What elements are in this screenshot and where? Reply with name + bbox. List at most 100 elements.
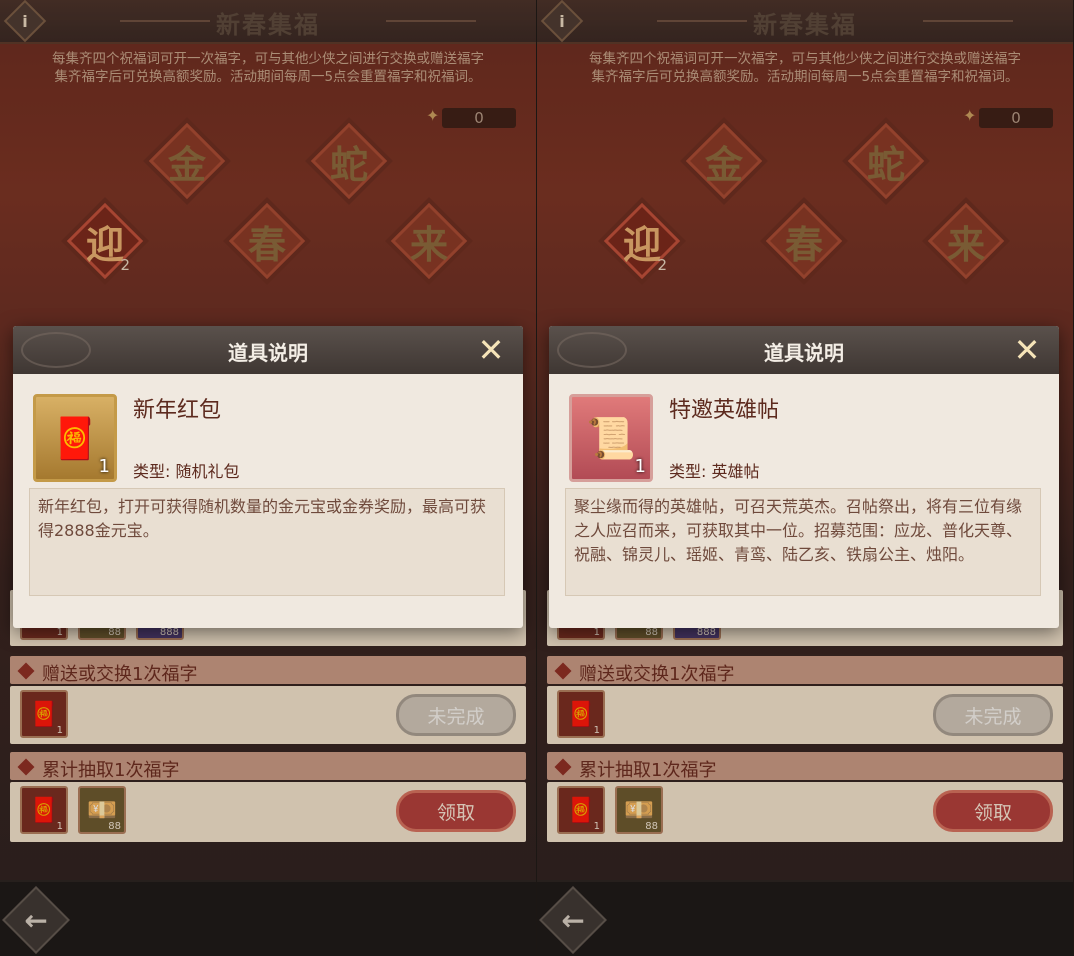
item-icon-frame: 🧧 1 xyxy=(33,394,117,482)
item-qty: 88 xyxy=(645,821,658,832)
blessing-char-chun[interactable]: 春 xyxy=(228,202,306,280)
bullet-icon xyxy=(17,758,35,776)
item-qty: 88 xyxy=(645,627,658,638)
back-button[interactable]: ← xyxy=(539,886,607,954)
dialog-header: 道具说明 ✕ xyxy=(549,326,1059,374)
blessing-char-label: 迎 xyxy=(85,222,124,267)
reward-item[interactable]: 🧧 1 xyxy=(557,690,605,738)
bottom-bar: ← xyxy=(0,880,536,956)
close-icon[interactable]: ✕ xyxy=(473,331,509,369)
item-description: 聚尘缘而得的英雄帖，可召天荒英杰。召帖祭出，将有三位有缘之人应召而来，可获取其中… xyxy=(574,497,1023,564)
blessing-char-label: 春 xyxy=(247,222,286,267)
blessing-char-chun[interactable]: 春 xyxy=(765,202,843,280)
blessing-char-ying[interactable]: 迎2 xyxy=(603,202,681,280)
task-row: 🧧 1 💴 88 领取 xyxy=(10,782,526,842)
bullet-icon xyxy=(554,758,572,776)
reward-item[interactable]: 💴 88 xyxy=(78,786,126,834)
item-type: 类型: 英雄帖 xyxy=(669,462,760,481)
task-row-header: 累计抽取1次福字 xyxy=(10,752,526,781)
claim-button[interactable]: 领取 xyxy=(396,790,516,832)
back-arrow-icon: ← xyxy=(24,903,48,937)
item-qty: 1 xyxy=(56,725,63,736)
task-row: 🧧 1 💴 88 领取 xyxy=(547,782,1063,842)
page-title: 新春集福 xyxy=(753,11,857,39)
item-type: 类型: 随机礼包 xyxy=(133,462,240,481)
item-qty: 1 xyxy=(593,725,600,736)
item-description: 新年红包，打开可获得随机数量的金元宝或金券奖励，最高可获得2888金元宝。 xyxy=(38,497,487,540)
item-info-dialog: 道具说明 ✕ 🧧 1 新年红包 类型: 随机礼包 新年红包，打开可获得随机数量的… xyxy=(13,326,523,628)
close-icon[interactable]: ✕ xyxy=(1009,331,1045,369)
item-description-box: 新年红包，打开可获得随机数量的金元宝或金券奖励，最高可获得2888金元宝。 xyxy=(29,488,505,596)
counter-value: 0 xyxy=(1011,109,1021,127)
item-qty: 88 xyxy=(108,627,121,638)
task-row-header: 赠送或交换1次福字 xyxy=(547,656,1063,685)
blessing-char-jin[interactable]: 金 xyxy=(148,122,226,200)
item-name: 新年红包 xyxy=(133,398,222,423)
page-title: 新春集福 xyxy=(216,11,320,39)
incomplete-button[interactable]: 未完成 xyxy=(396,694,516,736)
description-line: 每集齐四个祝福词可开一次福字，可与其他少侠之间进行交换或赠送福字 xyxy=(52,51,484,67)
blessing-char-count: 2 xyxy=(120,256,130,274)
description-line: 集齐福字后可兑换高额奖励。活动期间每周一5点会重置福字和祝福词。 xyxy=(54,69,482,85)
description-line: 集齐福字后可兑换高额奖励。活动期间每周一5点会重置福字和祝福词。 xyxy=(591,69,1019,85)
task-row: 🧧 1 未完成 xyxy=(10,686,526,744)
description-line: 每集齐四个祝福词可开一次福字，可与其他少侠之间进行交换或赠送福字 xyxy=(589,51,1021,67)
task-title: 赠送或交换1次福字 xyxy=(42,664,198,685)
task-row-header: 累计抽取1次福字 xyxy=(547,752,1063,781)
reward-item[interactable]: 🧧 1 xyxy=(20,690,68,738)
event-description: 每集齐四个祝福词可开一次福字，可与其他少侠之间进行交换或赠送福字 集齐福字后可兑… xyxy=(547,50,1063,86)
bullet-icon xyxy=(17,662,35,680)
blessing-char-label: 金 xyxy=(167,142,206,187)
task-row: 🧧 1 未完成 xyxy=(547,686,1063,744)
item-qty: 1 xyxy=(593,821,600,832)
dialog-title: 道具说明 xyxy=(228,341,308,365)
blessing-char-count: 2 xyxy=(657,256,667,274)
back-arrow-icon: ← xyxy=(561,903,585,937)
task-row-header: 赠送或交换1次福字 xyxy=(10,656,526,685)
blessing-char-jin[interactable]: 金 xyxy=(685,122,763,200)
blessing-char-label: 来 xyxy=(946,222,985,267)
blessing-char-label: 蛇 xyxy=(866,142,905,187)
item-name: 特邀英雄帖 xyxy=(669,398,780,423)
item-qty: 1 xyxy=(56,821,63,832)
item-qty: 1 xyxy=(98,456,110,477)
event-description: 每集齐四个祝福词可开一次福字，可与其他少侠之间进行交换或赠送福字 集齐福字后可兑… xyxy=(10,50,526,86)
screenshot-pair: i 新春集福 每集齐四个祝福词可开一次福字，可与其他少侠之间进行交换或赠送福字 … xyxy=(0,0,1074,956)
blessing-char-label: 蛇 xyxy=(329,142,368,187)
task-list: 1 88 888 赠送或交换1次福字 🧧 1 未完成 累计抽取1次福字 🧧 1 💴 8… xyxy=(547,590,1063,850)
item-qty: 888 xyxy=(159,627,179,638)
blessing-char-ying[interactable]: 迎2 xyxy=(66,202,144,280)
blessing-char-lai[interactable]: 来 xyxy=(927,202,1005,280)
reward-item[interactable]: 💴 88 xyxy=(615,786,663,834)
currency-counter: ✦ 0 xyxy=(963,106,1053,128)
reward-item[interactable]: 🧧 1 xyxy=(557,786,605,834)
top-bar: i 新春集福 xyxy=(537,0,1073,44)
item-qty: 1 xyxy=(634,456,646,477)
panel-left: i 新春集福 每集齐四个祝福词可开一次福字，可与其他少侠之间进行交换或赠送福字 … xyxy=(0,0,536,956)
task-title: 累计抽取1次福字 xyxy=(42,760,180,781)
blessing-char-she[interactable]: 蛇 xyxy=(847,122,925,200)
incomplete-button[interactable]: 未完成 xyxy=(933,694,1053,736)
counter-value: 0 xyxy=(474,109,484,127)
blessing-char-label: 金 xyxy=(704,142,743,187)
dialog-header: 道具说明 ✕ xyxy=(13,326,523,374)
top-bar: i 新春集福 xyxy=(0,0,536,44)
bottom-bar: ← xyxy=(537,880,1073,956)
item-icon-frame: 📜 1 xyxy=(569,394,653,482)
reward-item[interactable]: 🧧 1 xyxy=(20,786,68,834)
item-qty: 88 xyxy=(108,821,121,832)
blessing-char-label: 春 xyxy=(784,222,823,267)
title-decoration xyxy=(923,20,1013,22)
task-list: 1 88 888 赠送或交换1次福字 🧧 1 未完成 累计抽取1次福字 🧧 1 💴 8… xyxy=(10,590,526,850)
item-qty: 888 xyxy=(696,627,716,638)
title-decoration xyxy=(386,20,476,22)
task-title: 累计抽取1次福字 xyxy=(579,760,717,781)
blessing-char-she[interactable]: 蛇 xyxy=(310,122,388,200)
item-qty: 1 xyxy=(56,627,63,638)
blessing-char-lai[interactable]: 来 xyxy=(390,202,468,280)
claim-button[interactable]: 领取 xyxy=(933,790,1053,832)
item-qty: 1 xyxy=(593,627,600,638)
bullet-icon xyxy=(554,662,572,680)
back-button[interactable]: ← xyxy=(2,886,70,954)
panel-right: i 新春集福 每集齐四个祝福词可开一次福字，可与其他少侠之间进行交换或赠送福字 … xyxy=(537,0,1073,956)
